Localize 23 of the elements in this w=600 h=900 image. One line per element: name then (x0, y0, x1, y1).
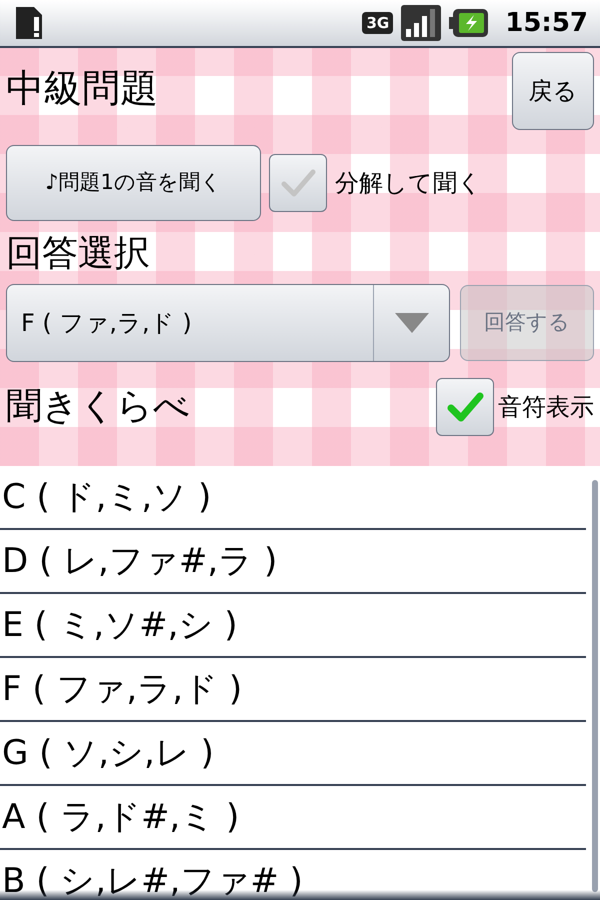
answer-dropdown[interactable]: F ( ファ,ラ,ド ) (6, 284, 450, 362)
chord-list-item[interactable]: G ( ソ,シ,レ ) (0, 722, 586, 786)
chord-list-item[interactable]: C ( ド,ミ,ソ ) (0, 466, 586, 530)
battery-icon (449, 8, 490, 38)
play-sound-button[interactable]: ♪問題1の音を聞く (6, 145, 261, 221)
dropdown-arrow-icon (394, 313, 428, 333)
network-type-label: 3G (362, 12, 394, 34)
section-heading: 聞きくらべ (6, 385, 191, 429)
checkbox-label: 音符表示 (498, 392, 594, 423)
chord-list-item[interactable]: B ( シ,レ#,ファ# ) (0, 850, 586, 900)
clock: 15:57 (505, 6, 588, 40)
checkbox[interactable] (436, 378, 494, 436)
checkbox[interactable] (269, 154, 327, 212)
chord-list-item[interactable]: E ( ミ,ソ#,シ ) (0, 594, 586, 658)
chord-list-item[interactable]: A ( ラ,ド#,ミ ) (0, 786, 586, 850)
chord-list-item[interactable]: F ( ファ,ラ,ド ) (0, 658, 586, 722)
page-title: 中級問題 (6, 65, 158, 112)
section-heading: 回答選択 (6, 232, 151, 276)
chord-list-item[interactable]: D ( レ,ファ#,ラ ) (0, 530, 586, 594)
signal-icon (401, 5, 442, 41)
dropdown-value: F ( ファ,ラ,ド ) (20, 308, 193, 339)
checkbox-label: 分解して聞く (335, 168, 482, 199)
back-button[interactable]: 戻る (512, 52, 594, 130)
